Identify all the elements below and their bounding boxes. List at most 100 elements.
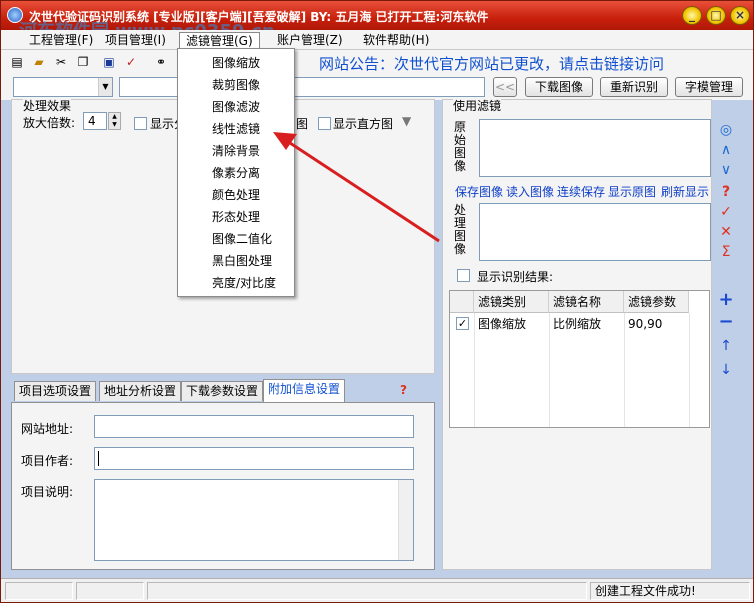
text-cursor bbox=[98, 451, 99, 466]
menu-account-manage[interactable]: 账户管理(Z) bbox=[271, 32, 349, 49]
filter-dropdown-menu: 图像缩放 裁剪图像 图像滤波 线性滤镜 清除背景 像素分离 颜色处理 形态处理 … bbox=[177, 48, 295, 297]
remove-icon[interactable]: − bbox=[717, 313, 735, 331]
menu-item-color-process[interactable]: 颜色处理 bbox=[212, 185, 260, 205]
checkmark-icon[interactable]: ✓ bbox=[717, 203, 735, 221]
website-label: 网站地址: bbox=[21, 422, 74, 436]
menu-bar: 工程管理(F) 项目管理(I) 滤镜管理(G) 账户管理(Z) 软件帮助(H) bbox=[1, 30, 753, 50]
app-icon bbox=[7, 7, 23, 23]
tab-download-params[interactable]: 下载参数设置 bbox=[181, 381, 264, 401]
processed-image-box bbox=[479, 203, 711, 261]
menu-item-crop-image[interactable]: 裁剪图像 bbox=[212, 75, 260, 95]
menu-item-bw-process[interactable]: 黑白图处理 bbox=[212, 251, 272, 271]
menu-filter-manage[interactable]: 滤镜管理(G) bbox=[179, 32, 260, 49]
new-file-icon[interactable]: ▤ bbox=[9, 54, 25, 70]
row-name: 比例缩放 bbox=[553, 317, 602, 331]
add-icon[interactable]: + bbox=[717, 291, 735, 309]
menu-item-binarize[interactable]: 图像二值化 bbox=[212, 229, 272, 249]
author-label: 项目作者: bbox=[21, 454, 74, 468]
filter-table: 滤镜类别 滤镜名称 滤镜参数 ✓ 图像缩放 比例缩放 90,90 bbox=[449, 290, 710, 428]
table-header-category: 滤镜类别 bbox=[474, 291, 549, 313]
author-input[interactable] bbox=[94, 447, 414, 470]
title-bar: 次世代验证码识别系统 [专业版][客户端][吾爱破解] BY: 五月海 已打开工… bbox=[1, 1, 753, 30]
show-image-label: 图 bbox=[296, 117, 309, 131]
maximize-button[interactable]: □ bbox=[706, 6, 726, 25]
chevron-down-icon[interactable]: ∨ bbox=[717, 161, 735, 179]
description-textarea[interactable] bbox=[94, 479, 414, 561]
chevron-up-icon[interactable]: ∧ bbox=[717, 141, 735, 159]
show-histogram-label: 显示直方图 bbox=[333, 117, 394, 131]
description-label: 项目说明: bbox=[21, 485, 74, 499]
load-image-link[interactable]: 读入图像 bbox=[506, 183, 554, 200]
save-icon[interactable]: ▣ bbox=[101, 54, 117, 70]
tab-address-analysis[interactable]: 地址分析设置 bbox=[99, 381, 182, 401]
save-image-link[interactable]: 保存图像 bbox=[455, 183, 503, 200]
table-header-check bbox=[450, 291, 474, 313]
show-result-checkbox[interactable] bbox=[457, 269, 470, 282]
table-header-params: 滤镜参数 bbox=[624, 291, 689, 313]
menu-item-pixel-separation[interactable]: 像素分离 bbox=[212, 163, 260, 183]
delete-icon[interactable]: ✕ bbox=[717, 223, 735, 241]
menu-item-image-scale[interactable]: 图像缩放 bbox=[212, 53, 260, 73]
menu-item-morphology[interactable]: 形态处理 bbox=[212, 207, 260, 227]
show-original-link[interactable]: 显示原图 bbox=[608, 183, 656, 200]
window-title: 次世代验证码识别系统 [专业版][客户端][吾爱破解] BY: 五月海 已打开工… bbox=[29, 10, 489, 24]
menu-item-image-filter[interactable]: 图像滤波 bbox=[212, 97, 260, 117]
status-message: 创建工程文件成功! bbox=[590, 582, 750, 600]
binoculars-icon[interactable]: ⚭ bbox=[153, 54, 169, 70]
help-icon[interactable]: ? bbox=[717, 183, 735, 201]
font-manage-button[interactable]: 字模管理 bbox=[675, 77, 743, 97]
arrow-up-icon[interactable]: ↑ bbox=[717, 337, 735, 355]
rerecognize-button[interactable]: 重新识别 bbox=[600, 77, 668, 97]
chevron-down-icon: ▼ bbox=[98, 78, 112, 96]
row-category: 图像缩放 bbox=[478, 317, 527, 331]
menu-item-clear-background[interactable]: 清除背景 bbox=[212, 141, 260, 161]
prev-button[interactable]: << bbox=[493, 77, 517, 97]
project-select[interactable]: ▼ bbox=[13, 77, 113, 97]
process-effect-title: 处理效果 bbox=[23, 97, 72, 114]
close-button[interactable]: × bbox=[730, 6, 750, 25]
row-checkbox[interactable]: ✓ bbox=[456, 317, 469, 330]
announcement-link[interactable]: 网站公告：次世代官方网站已更改，请点击链接访问 bbox=[319, 53, 664, 74]
original-image-label: 原始图像 bbox=[453, 120, 466, 173]
continuous-save-link[interactable]: 连续保存 bbox=[557, 183, 605, 200]
menu-project-manage[interactable]: 项目管理(I) bbox=[99, 32, 172, 49]
zoom-input[interactable]: 4 bbox=[83, 112, 107, 130]
table-header-name: 滤镜名称 bbox=[549, 291, 624, 313]
filter-panel-title: 使用滤镜 bbox=[453, 97, 502, 114]
help-icon[interactable]: ? bbox=[400, 383, 407, 397]
original-image-box bbox=[479, 119, 711, 177]
status-panel-1 bbox=[5, 582, 73, 600]
check-icon[interactable]: ✓ bbox=[123, 54, 139, 70]
row-params: 90,90 bbox=[628, 317, 663, 331]
tab-additional-info[interactable]: 附加信息设置 bbox=[263, 379, 346, 402]
processed-image-label: 处理图像 bbox=[453, 203, 466, 256]
main-window: 次世代验证码识别系统 [专业版][客户端][吾爱破解] BY: 五月海 已打开工… bbox=[0, 0, 754, 603]
arrow-down-icon[interactable]: ↓ bbox=[717, 361, 735, 379]
url-input[interactable] bbox=[119, 77, 485, 97]
status-panel-3 bbox=[147, 582, 587, 600]
zoom-stepper[interactable]: ▲ ▼ bbox=[108, 112, 121, 130]
refresh-display-link[interactable]: 刷新显示 bbox=[661, 183, 709, 200]
show-split-checkbox[interactable] bbox=[134, 117, 147, 130]
status-bar: 创建工程文件成功! bbox=[1, 578, 753, 602]
menu-project-file[interactable]: 工程管理(F) bbox=[23, 32, 99, 49]
tab-project-options[interactable]: 项目选项设置 bbox=[14, 381, 97, 401]
copy-icon[interactable]: ❐ bbox=[75, 54, 91, 70]
menu-help[interactable]: 软件帮助(H) bbox=[357, 32, 435, 49]
settings-tabs: 项目选项设置 地址分析设置 下载参数设置 附加信息设置 bbox=[11, 379, 435, 402]
scrollbar[interactable] bbox=[398, 480, 413, 560]
target-icon[interactable]: ◎ bbox=[717, 121, 735, 139]
status-panel-2 bbox=[76, 582, 144, 600]
show-histogram-checkbox[interactable] bbox=[318, 117, 331, 130]
menu-item-linear-filter[interactable]: 线性滤镜 bbox=[212, 119, 260, 139]
cut-icon[interactable]: ✂ bbox=[53, 54, 69, 70]
website-input[interactable] bbox=[94, 415, 414, 438]
minimize-button[interactable]: _ bbox=[682, 6, 702, 25]
show-result-label: 显示识别结果: bbox=[477, 270, 554, 284]
open-folder-icon[interactable]: ▰ bbox=[31, 54, 47, 70]
chevron-down-icon[interactable]: ▼ bbox=[402, 114, 411, 128]
menu-item-brightness-contrast[interactable]: 亮度/对比度 bbox=[212, 273, 276, 293]
sum-icon[interactable]: Σ bbox=[717, 243, 735, 261]
zoom-label: 放大倍数: bbox=[23, 116, 76, 130]
download-image-button[interactable]: 下载图像 bbox=[525, 77, 593, 97]
